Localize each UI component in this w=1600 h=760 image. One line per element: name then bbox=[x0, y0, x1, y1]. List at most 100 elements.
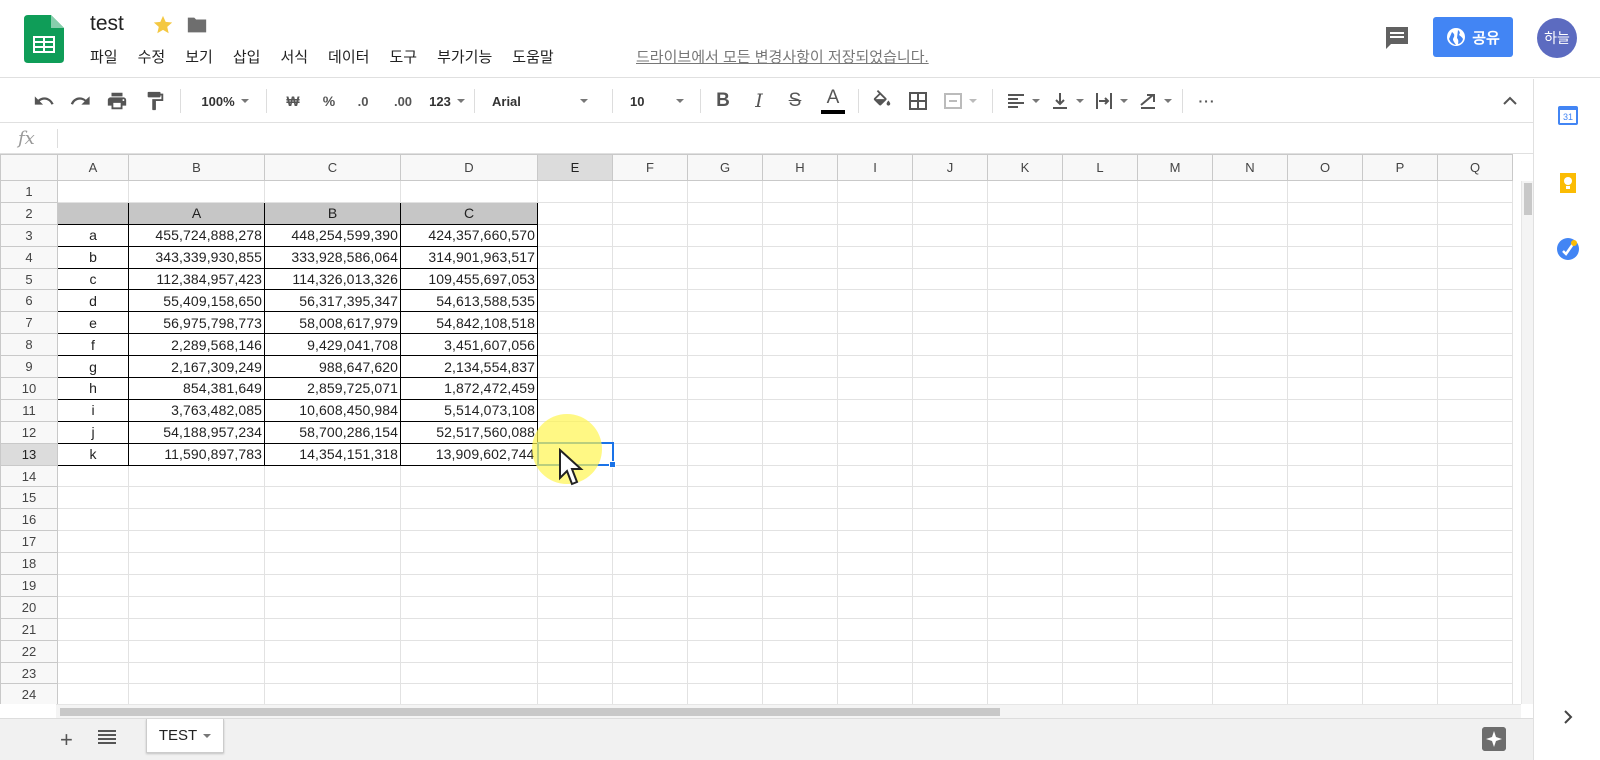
cell-e18[interactable] bbox=[537, 552, 613, 576]
cell-j23[interactable] bbox=[912, 661, 988, 685]
cell-a17[interactable] bbox=[57, 530, 129, 554]
cell-d9[interactable]: 2,134,554,837 bbox=[400, 355, 538, 379]
cell-m6[interactable] bbox=[1137, 289, 1213, 313]
cell-l2[interactable] bbox=[1062, 201, 1138, 225]
cell-l3[interactable] bbox=[1062, 223, 1138, 247]
cell-g6[interactable] bbox=[687, 289, 763, 313]
row-header-16[interactable]: 16 bbox=[0, 508, 58, 532]
column-header-a[interactable]: A bbox=[57, 154, 129, 181]
cell-p6[interactable] bbox=[1362, 289, 1438, 313]
cell-d5[interactable]: 109,455,697,053 bbox=[400, 267, 538, 291]
row-header-22[interactable]: 22 bbox=[0, 639, 58, 663]
all-sheets-list-icon[interactable] bbox=[98, 730, 116, 744]
cell-b16[interactable] bbox=[128, 508, 265, 532]
cell-m13[interactable] bbox=[1137, 442, 1213, 466]
row-header-5[interactable]: 5 bbox=[0, 267, 58, 291]
cell-e7[interactable] bbox=[537, 311, 613, 335]
row-header-6[interactable]: 6 bbox=[0, 289, 58, 313]
cell-f23[interactable] bbox=[612, 661, 688, 685]
cell-e21[interactable] bbox=[537, 617, 613, 641]
cell-p20[interactable] bbox=[1362, 595, 1438, 619]
cell-b12[interactable]: 54,188,957,234 bbox=[128, 420, 265, 444]
cell-h1[interactable] bbox=[762, 180, 838, 203]
cell-e4[interactable] bbox=[537, 245, 613, 269]
cell-m19[interactable] bbox=[1137, 574, 1213, 597]
cell-m18[interactable] bbox=[1137, 552, 1213, 576]
cell-h13[interactable] bbox=[762, 442, 838, 466]
cell-o17[interactable] bbox=[1287, 530, 1363, 554]
cell-i4[interactable] bbox=[837, 245, 913, 269]
cell-i16[interactable] bbox=[837, 508, 913, 532]
cell-m9[interactable] bbox=[1137, 355, 1213, 379]
cell-q9[interactable] bbox=[1437, 355, 1513, 379]
cell-o16[interactable] bbox=[1287, 508, 1363, 532]
cell-q19[interactable] bbox=[1437, 574, 1513, 597]
cell-o23[interactable] bbox=[1287, 661, 1363, 685]
cell-b20[interactable] bbox=[128, 595, 265, 619]
menu-view[interactable]: 보기 bbox=[185, 46, 213, 67]
explore-icon[interactable] bbox=[1482, 727, 1506, 751]
cell-o3[interactable] bbox=[1287, 223, 1363, 247]
cell-b13[interactable]: 11,590,897,783 bbox=[128, 442, 265, 466]
row-header-21[interactable]: 21 bbox=[0, 617, 58, 641]
decrease-decimal-button[interactable]: .0 bbox=[348, 79, 378, 123]
cell-h4[interactable] bbox=[762, 245, 838, 269]
row-header-2[interactable]: 2 bbox=[0, 201, 58, 225]
cell-n22[interactable] bbox=[1212, 639, 1288, 663]
cell-b17[interactable] bbox=[128, 530, 265, 554]
cell-h12[interactable] bbox=[762, 420, 838, 444]
cell-o10[interactable] bbox=[1287, 377, 1363, 400]
row-header-3[interactable]: 3 bbox=[0, 223, 58, 247]
cell-e17[interactable] bbox=[537, 530, 613, 554]
cell-n8[interactable] bbox=[1212, 333, 1288, 357]
cell-k7[interactable] bbox=[987, 311, 1063, 335]
cell-a9[interactable]: g bbox=[57, 355, 129, 379]
star-icon[interactable] bbox=[152, 14, 174, 36]
cell-p9[interactable] bbox=[1362, 355, 1438, 379]
add-sheet-button[interactable]: + bbox=[60, 727, 73, 753]
cell-n5[interactable] bbox=[1212, 267, 1288, 291]
cell-i21[interactable] bbox=[837, 617, 913, 641]
cell-p19[interactable] bbox=[1362, 574, 1438, 597]
cell-k6[interactable] bbox=[987, 289, 1063, 313]
cell-q22[interactable] bbox=[1437, 639, 1513, 663]
cell-i8[interactable] bbox=[837, 333, 913, 357]
cell-c10[interactable]: 2,859,725,071 bbox=[264, 377, 401, 400]
cell-f12[interactable] bbox=[612, 420, 688, 444]
cell-m5[interactable] bbox=[1137, 267, 1213, 291]
grid-corner[interactable] bbox=[0, 154, 58, 181]
cell-k5[interactable] bbox=[987, 267, 1063, 291]
cell-c2[interactable]: B bbox=[264, 201, 401, 225]
cell-j1[interactable] bbox=[912, 180, 988, 203]
cell-c21[interactable] bbox=[264, 617, 401, 641]
cell-d2[interactable]: C bbox=[400, 201, 538, 225]
cell-m8[interactable] bbox=[1137, 333, 1213, 357]
cell-m24[interactable] bbox=[1137, 683, 1213, 704]
cell-f20[interactable] bbox=[612, 595, 688, 619]
cell-n19[interactable] bbox=[1212, 574, 1288, 597]
cell-e5[interactable] bbox=[537, 267, 613, 291]
cell-k10[interactable] bbox=[987, 377, 1063, 400]
cell-g15[interactable] bbox=[687, 486, 763, 510]
cell-e9[interactable] bbox=[537, 355, 613, 379]
cell-a15[interactable] bbox=[57, 486, 129, 510]
cell-i10[interactable] bbox=[837, 377, 913, 400]
row-header-11[interactable]: 11 bbox=[0, 398, 58, 422]
cell-f7[interactable] bbox=[612, 311, 688, 335]
cell-l7[interactable] bbox=[1062, 311, 1138, 335]
cell-a14[interactable] bbox=[57, 464, 129, 488]
cell-o7[interactable] bbox=[1287, 311, 1363, 335]
cell-p8[interactable] bbox=[1362, 333, 1438, 357]
cell-q23[interactable] bbox=[1437, 661, 1513, 685]
column-header-l[interactable]: L bbox=[1062, 154, 1138, 181]
cell-m15[interactable] bbox=[1137, 486, 1213, 510]
cell-i5[interactable] bbox=[837, 267, 913, 291]
cell-n17[interactable] bbox=[1212, 530, 1288, 554]
cell-p17[interactable] bbox=[1362, 530, 1438, 554]
cell-b3[interactable]: 455,724,888,278 bbox=[128, 223, 265, 247]
sheet-tab-test[interactable]: TEST bbox=[146, 719, 224, 753]
cell-p3[interactable] bbox=[1362, 223, 1438, 247]
cell-q14[interactable] bbox=[1437, 464, 1513, 488]
cell-q13[interactable] bbox=[1437, 442, 1513, 466]
cell-c16[interactable] bbox=[264, 508, 401, 532]
